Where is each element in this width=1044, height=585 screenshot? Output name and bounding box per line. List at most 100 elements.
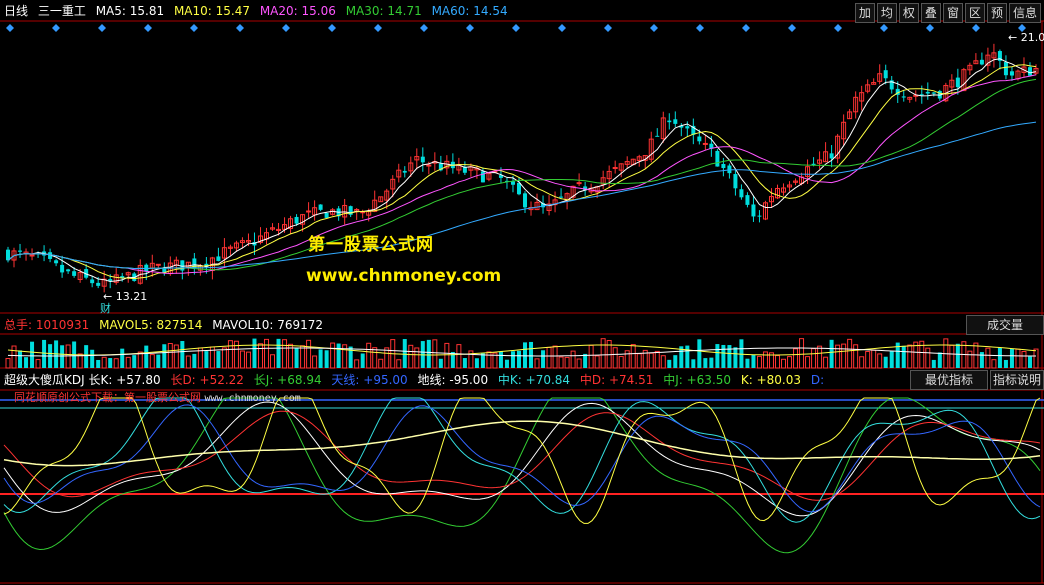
candle-body-up: [612, 167, 618, 170]
volume-bar-up: [967, 350, 973, 369]
volume-bar-up: [378, 358, 384, 369]
stock-chart[interactable]: ← 21.03← 13.21财: [0, 0, 1044, 585]
price-markers: ← 21.03← 13.21财: [6, 24, 1044, 315]
volume-bar-up: [137, 351, 143, 369]
stock-name: 三一重工: [37, 4, 86, 18]
volume-bar-up: [781, 358, 787, 369]
volume-bar-up: [372, 347, 378, 369]
ma10-value: MA10: 15.47: [173, 4, 250, 18]
ma20-line: [7, 74, 1037, 275]
best-indicator-button[interactable]: 最优指标: [910, 370, 988, 390]
volume-bar-down: [529, 341, 534, 368]
volume-bar-down: [1003, 359, 1008, 368]
volume-bar-down: [252, 338, 257, 368]
volume-bar-up: [11, 345, 17, 369]
volume-bar-up: [847, 338, 853, 369]
volume-bar-down: [931, 359, 936, 368]
volume-bar-down: [1009, 348, 1014, 368]
volume-bar-down: [523, 342, 528, 368]
volume-bar-down: [1027, 356, 1032, 368]
volume-info-bar: 总手: 1010931 MAVOL5: 827514 MAVOL10: 7691…: [4, 316, 329, 334]
volume-bar-up: [594, 355, 600, 369]
volume-bar-up: [756, 355, 762, 369]
volume-bar-up: [654, 350, 660, 369]
volume-bar-up: [185, 355, 191, 369]
volume-bar-up: [762, 351, 768, 369]
volume-bar-down: [829, 339, 834, 368]
volume-bar-up: [282, 339, 288, 369]
volume-bars: [5, 338, 1039, 369]
volume-bar-down: [751, 354, 756, 368]
toolbar-button-average[interactable]: 均: [876, 3, 897, 23]
volume-bar-down: [745, 358, 750, 368]
volume-bar-up: [660, 355, 666, 369]
candle-body-down: [733, 174, 738, 189]
candle-body-down: [901, 96, 906, 98]
volume-bar-up: [618, 356, 624, 369]
volume-bar-up: [270, 354, 276, 369]
volume-bar-up: [444, 342, 450, 369]
volume-bar-down: [24, 357, 29, 368]
toolbar-button-range[interactable]: 区: [964, 3, 985, 23]
candle-body-down: [673, 119, 678, 124]
candle-body-down: [54, 260, 59, 264]
volume-bar-up: [973, 342, 979, 369]
total-volume: 总手: 1010931: [4, 318, 90, 332]
toolbar-button-overlay[interactable]: 叠: [920, 3, 941, 23]
volume-bar-up: [805, 356, 811, 369]
volume-bar-down: [60, 345, 65, 368]
event-diamond-icon: [880, 24, 888, 32]
toolbar-button-info[interactable]: 信息: [1008, 3, 1041, 23]
event-diamond-icon: [98, 24, 106, 32]
candle-body-up: [702, 142, 708, 145]
period-label[interactable]: 日线: [4, 4, 28, 18]
finance-event-icon: 财: [100, 301, 111, 315]
volume-bar-down: [673, 355, 678, 368]
toolbar-button-add[interactable]: 加: [854, 3, 875, 23]
volume-bar-up: [841, 343, 847, 369]
candle-body-down: [751, 204, 756, 217]
candle-body-down: [1003, 62, 1008, 76]
volume-bar-up: [564, 356, 570, 369]
indicator-help-button[interactable]: 指标说明: [990, 370, 1044, 390]
volume-bar-down: [997, 347, 1002, 368]
volume-bar-up: [1033, 348, 1039, 369]
toolbar-button-forecast[interactable]: 预: [986, 3, 1007, 23]
candle-body-down: [979, 59, 984, 65]
volume-bar-down: [516, 350, 521, 368]
volume-bar-down: [438, 358, 443, 368]
volume-bar-up: [264, 338, 270, 369]
volume-bar-up: [612, 347, 618, 369]
volume-bar-down: [703, 358, 708, 368]
mid-k-value: 中K: +70.84: [497, 373, 571, 387]
volume-bar-down: [733, 347, 738, 368]
volume-bar-down: [474, 358, 479, 368]
volume-indicator-button[interactable]: 成交量: [966, 315, 1044, 335]
volume-bar-up: [125, 356, 131, 369]
volume-bar-down: [276, 338, 281, 368]
volume-bar-down: [697, 339, 702, 368]
mavol10-value: MAVOL10: 769172: [212, 318, 324, 332]
ma60-value: MA60: 14.54: [431, 4, 508, 18]
toolbar-button-rights[interactable]: 权: [898, 3, 919, 23]
candle-body-down: [1009, 71, 1014, 76]
ma5-value: MA5: 15.81: [95, 4, 165, 18]
event-diamond-icon: [972, 24, 980, 32]
candle-body-down: [721, 164, 726, 169]
volume-bar-down: [294, 347, 299, 368]
event-diamond-icon: [742, 24, 750, 32]
volume-bar-up: [1015, 348, 1021, 369]
toolbar-button-window[interactable]: 窗: [942, 3, 963, 23]
candle-body-down: [523, 193, 528, 208]
volume-bar-down: [462, 358, 467, 368]
volume-bar-down: [132, 355, 137, 368]
volume-bar-up: [859, 356, 865, 369]
mid-k-line: [3, 397, 1041, 523]
event-diamond-icon: [512, 24, 520, 32]
volume-bar-down: [156, 354, 161, 368]
trend-line: [3, 420, 1041, 467]
volume-bar-up: [245, 351, 251, 369]
volume-bar-up: [113, 358, 119, 369]
volume-bar-up: [877, 353, 883, 369]
volume-bar-down: [901, 345, 906, 368]
